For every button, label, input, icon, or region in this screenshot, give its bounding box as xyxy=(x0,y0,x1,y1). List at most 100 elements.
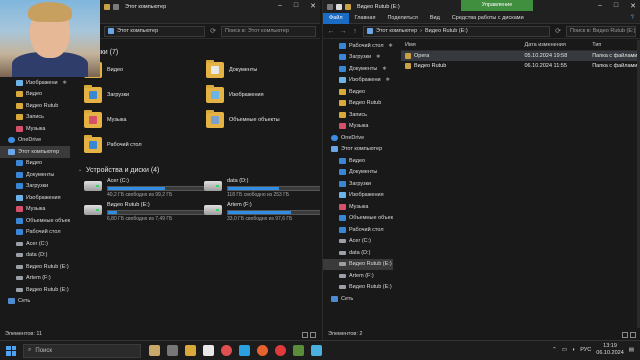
sidebar-item[interactable]: Рабочий стол ✱ xyxy=(323,40,393,52)
sidebar-item[interactable]: Рабочий стол xyxy=(323,224,393,236)
tab-home[interactable]: Главная xyxy=(349,13,382,24)
steam-icon[interactable] xyxy=(311,345,322,356)
sidebar-item[interactable]: Документы xyxy=(0,169,70,181)
help-icon[interactable]: ? xyxy=(631,15,640,21)
sidebar-item[interactable]: Сеть xyxy=(0,296,70,308)
sidebar-item[interactable]: Видео xyxy=(323,155,393,167)
column-name[interactable]: Имя xyxy=(401,42,520,48)
quick-access-icon[interactable] xyxy=(113,3,119,10)
sidebar-item[interactable]: Изображени ✱ xyxy=(323,75,393,87)
tab-view[interactable]: Вид xyxy=(424,13,446,24)
sidebar-item[interactable]: Изображения xyxy=(323,190,393,202)
sidebar-item[interactable]: Видео Rutub (E:) xyxy=(0,284,70,296)
sidebar-item[interactable]: Запись xyxy=(0,112,70,124)
breadcrumb-drive-e[interactable]: Видео Rutub (E:) xyxy=(425,28,468,34)
folder-tile[interactable]: Музыка xyxy=(84,110,126,128)
sidebar-item[interactable]: Этот компьютер xyxy=(323,144,393,156)
maximize-button[interactable]: □ xyxy=(294,2,298,10)
sidebar-item[interactable]: Музыка xyxy=(323,121,393,133)
sidebar-item[interactable]: Этот компьютер xyxy=(0,146,70,158)
folder-tile[interactable]: Документы xyxy=(206,60,257,78)
sidebar-item[interactable]: OneDrive xyxy=(323,132,393,144)
sidebar-item[interactable]: Музыка xyxy=(0,204,70,216)
windows-start-icon[interactable] xyxy=(3,343,19,359)
folder-tile[interactable]: Изображения xyxy=(206,85,264,103)
sidebar-item[interactable]: Изображения xyxy=(0,192,70,204)
file-row[interactable]: Opera 05.10.2024 19:58 Папка с файлами xyxy=(401,51,640,61)
up-arrow-icon[interactable]: ↑ xyxy=(351,28,359,35)
language-indicator[interactable]: РУС xyxy=(580,347,591,353)
sidebar-item[interactable]: data (D:) xyxy=(0,250,70,262)
sidebar-item[interactable]: Объемные объекты xyxy=(323,213,393,225)
sidebar-item[interactable]: Видео Rutub xyxy=(0,100,70,112)
new-folder-icon[interactable] xyxy=(345,3,351,10)
drive-tile[interactable]: Artem (F:) 33,0 ГБ свободно из 97,6 ГБ xyxy=(204,202,320,222)
sidebar-item[interactable]: Видео xyxy=(0,158,70,170)
file-explorer-icon[interactable] xyxy=(185,345,196,356)
sidebar-item[interactable]: Acer (C:) xyxy=(0,238,70,250)
sidebar-item[interactable]: Изображени ✱ xyxy=(0,77,70,89)
search-input[interactable]: Поиск в: Видео Rutub (E:) xyxy=(566,25,636,37)
minimize-button[interactable]: – xyxy=(278,2,282,10)
sidebar-item[interactable]: Видео Rutub (E:) xyxy=(323,282,393,294)
drive-tile[interactable]: Acer (C:) 40,2 ГБ свободно из 99,2 ГБ xyxy=(84,178,205,198)
address-bar[interactable]: Этот компьютер › Видео Rutub (E:) xyxy=(363,25,550,37)
maximize-button[interactable]: □ xyxy=(614,2,618,10)
drive-tile[interactable]: data (D:) 118 ГБ свободно из 253 ГБ xyxy=(204,178,320,198)
minimize-button[interactable]: – xyxy=(598,2,602,10)
folder-tile[interactable]: Загрузки xyxy=(84,85,129,103)
sidebar-item[interactable]: Загрузки ✱ xyxy=(323,52,393,64)
firefox-icon[interactable] xyxy=(257,345,268,356)
sidebar-item[interactable]: Acer (C:) xyxy=(323,236,393,248)
sidebar-item[interactable]: Видео Rutub (E:) xyxy=(0,261,70,273)
sidebar-item[interactable]: Документы xyxy=(323,167,393,179)
details-view-icon[interactable] xyxy=(622,332,628,338)
sidebar-item[interactable]: Artem (F:) xyxy=(323,270,393,282)
tiles-view-icon[interactable] xyxy=(630,332,636,338)
clock[interactable]: 13:19 06.10.2024 xyxy=(596,343,624,357)
sidebar-item[interactable]: Видео xyxy=(0,89,70,101)
sidebar-item[interactable]: Музыка xyxy=(0,123,70,135)
minecraft-app-icon[interactable] xyxy=(149,345,160,356)
address-bar[interactable]: Этот компьютер xyxy=(104,25,205,37)
search-input[interactable]: Поиск в: Этот компьютер xyxy=(221,25,316,37)
antivirus-icon[interactable] xyxy=(221,345,232,356)
column-type[interactable]: Тип xyxy=(588,42,640,48)
tiles-view-icon[interactable] xyxy=(310,332,316,338)
manage-tab-header[interactable]: Управление xyxy=(461,0,533,11)
telegram-icon[interactable] xyxy=(239,345,250,356)
drive-tile[interactable]: Видео Rutub (E:) 6,80 ГБ свободно из 7,49… xyxy=(84,202,205,222)
chevron-up-icon[interactable]: ⌃ xyxy=(552,347,557,353)
breadcrumb-this-pc[interactable]: Этот компьютер xyxy=(376,28,417,34)
taskbar-search[interactable]: ⌕ Поиск xyxy=(23,343,141,358)
game-app-icon[interactable] xyxy=(293,345,304,356)
file-row[interactable]: Видео Rutub 06.10.2024 11:55 Папка с файла… xyxy=(401,61,640,71)
tab-drive-tools[interactable]: Средства работы с дисками xyxy=(446,13,530,24)
sidebar-item[interactable]: data (D:) xyxy=(323,247,393,259)
sidebar-item[interactable]: OneDrive xyxy=(0,135,70,147)
details-view-icon[interactable] xyxy=(302,332,308,338)
sidebar-item[interactable]: Видео Rutub (E:) xyxy=(323,258,393,270)
column-date[interactable]: Дата изменения xyxy=(520,42,588,48)
opera-icon[interactable] xyxy=(275,345,286,356)
sidebar-item[interactable]: Artem (F:) xyxy=(0,273,70,285)
network-icon[interactable]: ▭ xyxy=(562,347,567,353)
tab-share[interactable]: Поделиться xyxy=(381,13,423,24)
sidebar-item[interactable]: Рабочий стол xyxy=(0,227,70,239)
calendar-app-icon[interactable] xyxy=(203,345,214,356)
drives-section-header[interactable]: ⌄ Устройства и диски (4) xyxy=(78,164,159,176)
task-view-icon[interactable] xyxy=(167,345,178,356)
close-button[interactable]: ✕ xyxy=(630,2,636,10)
notifications-icon[interactable]: ▤ xyxy=(629,347,634,353)
folder-tile[interactable]: Рабочий стол xyxy=(84,135,142,153)
sidebar-item[interactable]: Видео Rutub xyxy=(323,98,393,110)
properties-icon[interactable] xyxy=(336,3,342,10)
sidebar-item[interactable]: Музыка xyxy=(323,201,393,213)
breadcrumb-item[interactable]: Этот компьютер xyxy=(117,28,158,34)
sidebar-item[interactable]: Сеть xyxy=(323,293,393,305)
sidebar-item[interactable]: Объемные объекты xyxy=(0,215,70,227)
sidebar-item[interactable]: Документы ✱ xyxy=(323,63,393,75)
folder-tile[interactable]: Объемные объекты xyxy=(206,110,280,128)
volume-icon[interactable]: ◖ xyxy=(572,347,575,353)
sidebar-item[interactable]: Видео xyxy=(323,86,393,98)
